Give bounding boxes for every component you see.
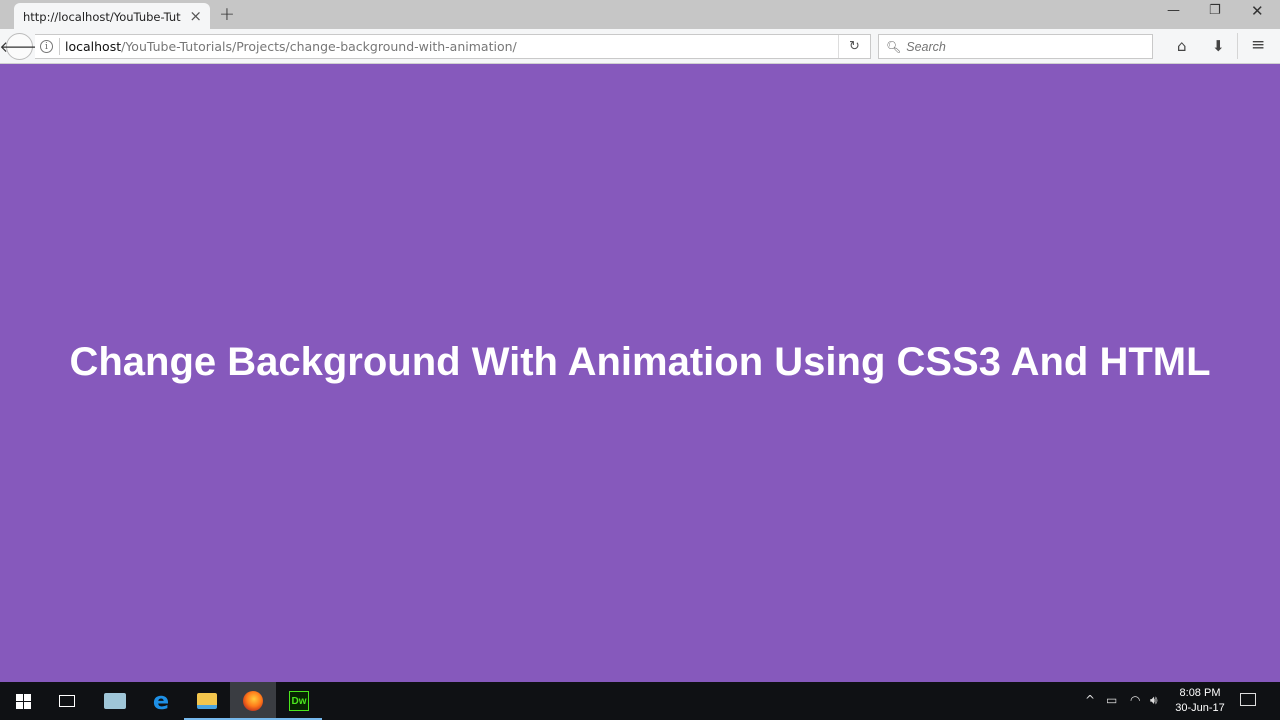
wifi-icon[interactable]: ◠ bbox=[1130, 693, 1140, 707]
page-heading: Change Background With Animation Using C… bbox=[69, 340, 1211, 384]
url-separator bbox=[59, 38, 60, 55]
home-icon[interactable]: ⌂ bbox=[1177, 37, 1187, 55]
search-icon: 🔍︎ bbox=[886, 39, 902, 54]
taskbar-app-edge[interactable]: e bbox=[138, 682, 184, 720]
windows-taskbar: e Dw ^ ▭ ◠ 🔊︎ 8:08 PM 30-Jun-17 bbox=[0, 682, 1280, 720]
clock-time: 8:08 PM bbox=[1179, 687, 1221, 699]
start-button[interactable] bbox=[0, 682, 46, 720]
info-icon[interactable]: i bbox=[40, 40, 53, 53]
page-content: Change Background With Animation Using C… bbox=[0, 64, 1280, 682]
hamburger-menu-icon[interactable]: ≡ bbox=[1251, 35, 1265, 55]
search-bar[interactable]: 🔍︎ bbox=[878, 34, 1153, 59]
taskbar-app-firefox[interactable] bbox=[230, 682, 276, 720]
address-bar[interactable]: i localhost/YouTube-Tutorials/Projects/c… bbox=[35, 34, 871, 59]
edge-icon: e bbox=[152, 687, 170, 715]
browser-tab[interactable]: http://localhost/YouTube-Tutorials/Proje… bbox=[14, 3, 210, 30]
show-hidden-icons-chevron-icon[interactable]: ^ bbox=[1085, 693, 1095, 707]
windows-logo-icon bbox=[15, 693, 31, 709]
folder-icon bbox=[197, 693, 217, 709]
tab-title: http://localhost/YouTube-Tutorials/Proje… bbox=[23, 9, 181, 24]
back-button[interactable]: 🡐 bbox=[0, 33, 40, 60]
url-text[interactable]: localhost/YouTube-Tutorials/Projects/cha… bbox=[65, 39, 517, 54]
system-clock[interactable]: 8:08 PM 30-Jun-17 bbox=[1172, 686, 1228, 716]
download-icon[interactable]: ⬇ bbox=[1212, 37, 1225, 55]
tab-close-icon[interactable]: × bbox=[189, 7, 202, 25]
taskbar-app-file-explorer[interactable] bbox=[184, 682, 230, 720]
task-view-button[interactable] bbox=[44, 682, 90, 720]
toolbar-divider bbox=[1237, 33, 1238, 59]
url-path: /YouTube-Tutorials/Projects/change-backg… bbox=[121, 39, 517, 54]
task-view-icon bbox=[59, 695, 75, 707]
taskbar-app-dreamweaver[interactable]: Dw bbox=[276, 682, 322, 720]
close-window-button[interactable]: ✕ bbox=[1251, 2, 1264, 20]
search-input[interactable] bbox=[906, 39, 1147, 54]
taskbar-app-store[interactable] bbox=[92, 682, 138, 720]
minimize-button[interactable]: — bbox=[1167, 3, 1180, 18]
action-center-icon[interactable] bbox=[1240, 693, 1256, 706]
reload-icon[interactable]: ↻ bbox=[838, 35, 870, 58]
clock-date: 30-Jun-17 bbox=[1175, 702, 1225, 714]
restore-button[interactable]: ❐ bbox=[1209, 3, 1221, 18]
battery-icon[interactable]: ▭ bbox=[1106, 693, 1117, 707]
firefox-icon bbox=[243, 691, 263, 711]
store-icon bbox=[104, 693, 126, 709]
tab-strip: http://localhost/YouTube-Tutorials/Proje… bbox=[0, 0, 1280, 30]
volume-icon[interactable]: 🔊︎ bbox=[1150, 693, 1158, 708]
back-arrow-icon: 🡐 bbox=[0, 38, 40, 56]
navigation-bar: 🡐 i localhost/YouTube-Tutorials/Projects… bbox=[0, 29, 1280, 64]
dreamweaver-icon: Dw bbox=[289, 691, 309, 711]
url-host: localhost bbox=[65, 39, 122, 54]
new-tab-button[interactable]: + bbox=[219, 3, 235, 25]
